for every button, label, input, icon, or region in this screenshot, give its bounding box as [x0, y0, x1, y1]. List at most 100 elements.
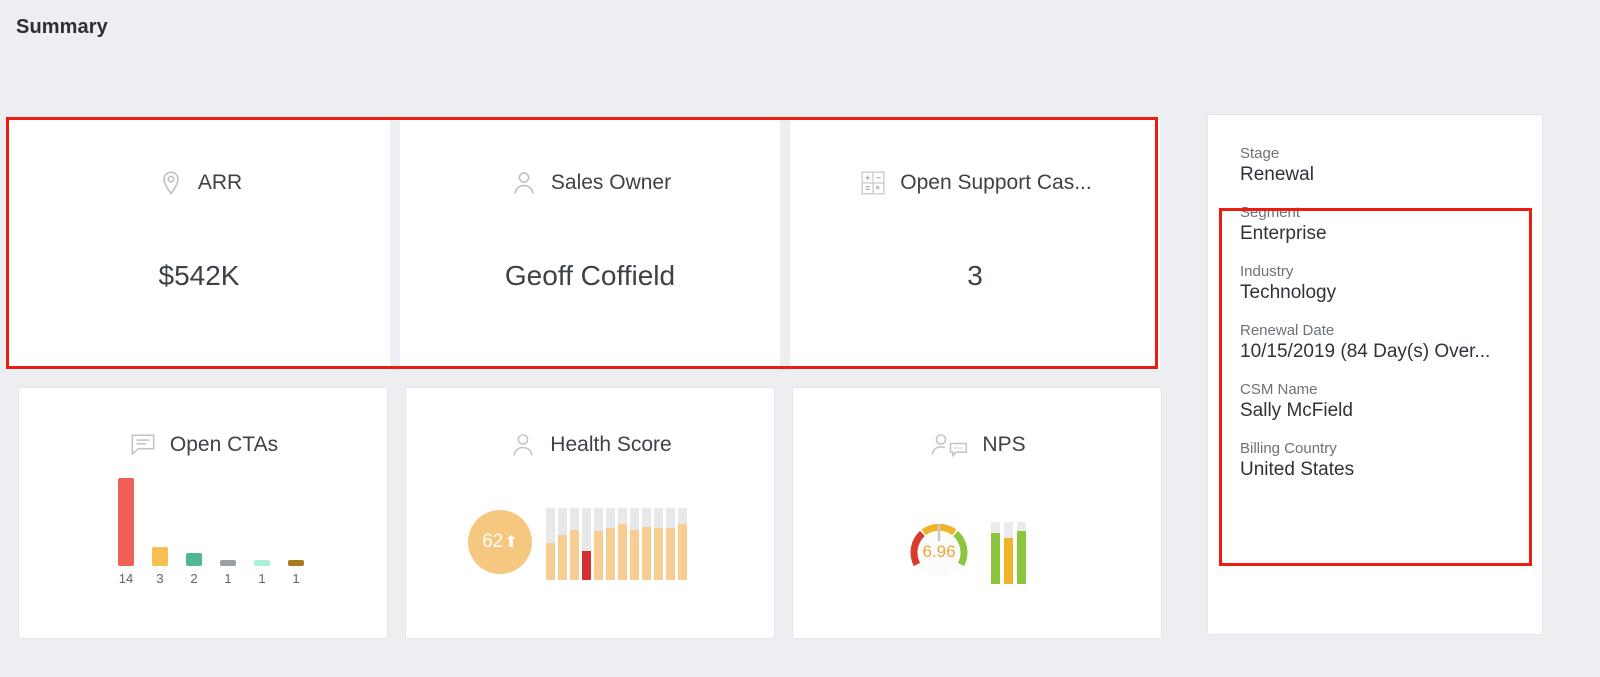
- card-header: NPS: [793, 430, 1161, 460]
- bar-fill: [582, 551, 591, 580]
- bar: [186, 553, 202, 566]
- metric-card-open-ctas[interactable]: Open CTAs 14 3 2 1 1 1: [18, 387, 388, 639]
- bar-fill: [594, 531, 603, 580]
- bar-fill: [666, 528, 675, 580]
- bar-track: [606, 508, 615, 580]
- metric-card-nps[interactable]: NPS 6.96: [792, 387, 1162, 639]
- card-header: Open Support Cas...: [790, 168, 1160, 198]
- person-icon: [509, 168, 539, 198]
- bar-track: [546, 508, 555, 580]
- bar-track: [630, 508, 639, 580]
- card-header: Sales Owner: [400, 168, 780, 198]
- bar-fill: [991, 533, 1000, 584]
- bar-fill: [570, 530, 579, 580]
- bar-value-label: 3: [156, 571, 163, 586]
- bar-fill: [630, 530, 639, 580]
- bar-fill: [1017, 531, 1026, 584]
- bar: [288, 560, 304, 566]
- person-icon: [508, 430, 538, 460]
- bar-fill: [1004, 538, 1013, 584]
- card-value: $542K: [8, 260, 390, 292]
- metric-card-sales-owner[interactable]: Sales Owner Geoff Coffield: [400, 120, 780, 370]
- bar: [220, 560, 236, 566]
- bar-fill: [642, 527, 651, 580]
- card-header: Open CTAs: [19, 430, 387, 460]
- bar-track: [1017, 522, 1026, 584]
- bar-column: 14: [115, 478, 137, 586]
- card-label: Sales Owner: [551, 171, 671, 195]
- comment-icon: [128, 430, 158, 460]
- bar-track: [618, 508, 627, 580]
- bar: [152, 547, 168, 566]
- metric-card-arr[interactable]: ARR $542K: [8, 120, 390, 370]
- bar-track: [570, 508, 579, 580]
- location-pin-icon: [156, 168, 186, 198]
- bar-track: [642, 508, 651, 580]
- bar-value-label: 1: [224, 571, 231, 586]
- bar-track: [991, 522, 1000, 584]
- detail-field-value: Technology: [1240, 282, 1542, 304]
- detail-field: Stage Renewal: [1240, 145, 1542, 186]
- card-label: Health Score: [550, 433, 671, 457]
- health-score-bar-chart: [546, 508, 687, 580]
- bar-value-label: 1: [258, 571, 265, 586]
- health-score-visual: 62⬆: [468, 508, 687, 580]
- detail-field-label: Renewal Date: [1240, 322, 1542, 339]
- top-metric-row: ARR $542K Sales Owner Geoff Coffield: [8, 120, 1160, 370]
- bar-track: [582, 508, 591, 580]
- open-ctas-bar-chart: 14 3 2 1 1 1: [115, 476, 307, 586]
- detail-field-label: Industry: [1240, 263, 1542, 280]
- bar: [118, 478, 134, 566]
- bar-fill: [558, 535, 567, 580]
- card-label: NPS: [982, 433, 1025, 457]
- metric-card-open-support-cases[interactable]: Open Support Cas... 3: [790, 120, 1160, 370]
- person-comment-icon: [928, 430, 970, 460]
- bottom-metric-row: Open CTAs 14 3 2 1 1 1 Health Score 62⬆: [18, 387, 1162, 639]
- card-value: Geoff Coffield: [400, 260, 780, 292]
- nps-visual: 6.96: [903, 516, 1026, 588]
- bar-column: 1: [251, 560, 273, 586]
- health-score-value: 62: [482, 531, 503, 553]
- detail-field: Billing CountryUnited States: [1240, 440, 1542, 481]
- cards-region: ARR $542K Sales Owner Geoff Coffield: [0, 115, 1190, 655]
- bar-column: 1: [217, 560, 239, 586]
- page-title: Summary: [16, 16, 108, 39]
- detail-field-value: United States: [1240, 459, 1542, 481]
- bar-fill: [654, 528, 663, 580]
- card-value: 3: [790, 260, 1160, 292]
- bar-track: [678, 508, 687, 580]
- bar-value-label: 2: [190, 571, 197, 586]
- bar-track: [1004, 522, 1013, 584]
- bar-fill: [606, 528, 615, 580]
- account-detail-panel: StageRenewalSegmentEnterpriseIndustryTec…: [1207, 114, 1543, 635]
- bar-track: [654, 508, 663, 580]
- card-header: ARR: [8, 168, 390, 198]
- card-header: Health Score: [406, 430, 774, 460]
- trend-up-icon: ⬆: [504, 532, 517, 552]
- bar-track: [666, 508, 675, 580]
- health-score-badge: 62⬆: [468, 510, 532, 574]
- card-label: ARR: [198, 171, 242, 195]
- detail-field: Renewal Date 10/15/2019 (84 Day(s) Over..…: [1240, 322, 1542, 363]
- detail-field-label: CSM Name: [1240, 381, 1542, 398]
- bar-fill: [678, 524, 687, 580]
- bar-column: 1: [285, 560, 307, 586]
- detail-field: Industry Technology: [1240, 263, 1542, 304]
- bar-value-label: 14: [119, 571, 133, 586]
- detail-fields-list: StageRenewalSegmentEnterpriseIndustryTec…: [1240, 145, 1542, 481]
- bar-value-label: 1: [292, 571, 299, 586]
- nps-gauge: 6.96: [903, 516, 975, 588]
- card-label: Open CTAs: [170, 433, 278, 457]
- detail-field: CSM Name Sally McField: [1240, 381, 1542, 422]
- detail-field-value: Renewal: [1240, 164, 1542, 186]
- detail-field-label: Segment: [1240, 204, 1542, 221]
- bar-fill: [546, 543, 555, 580]
- calculator-icon: [858, 168, 888, 198]
- detail-field-label: Stage: [1240, 145, 1542, 162]
- detail-field-value: Sally McField: [1240, 400, 1542, 422]
- bar-fill: [618, 524, 627, 580]
- detail-field-value: 10/15/2019 (84 Day(s) Over...: [1240, 341, 1542, 363]
- nps-gauge-value: 6.96: [903, 542, 975, 562]
- bar: [254, 560, 270, 566]
- metric-card-health-score[interactable]: Health Score 62⬆: [405, 387, 775, 639]
